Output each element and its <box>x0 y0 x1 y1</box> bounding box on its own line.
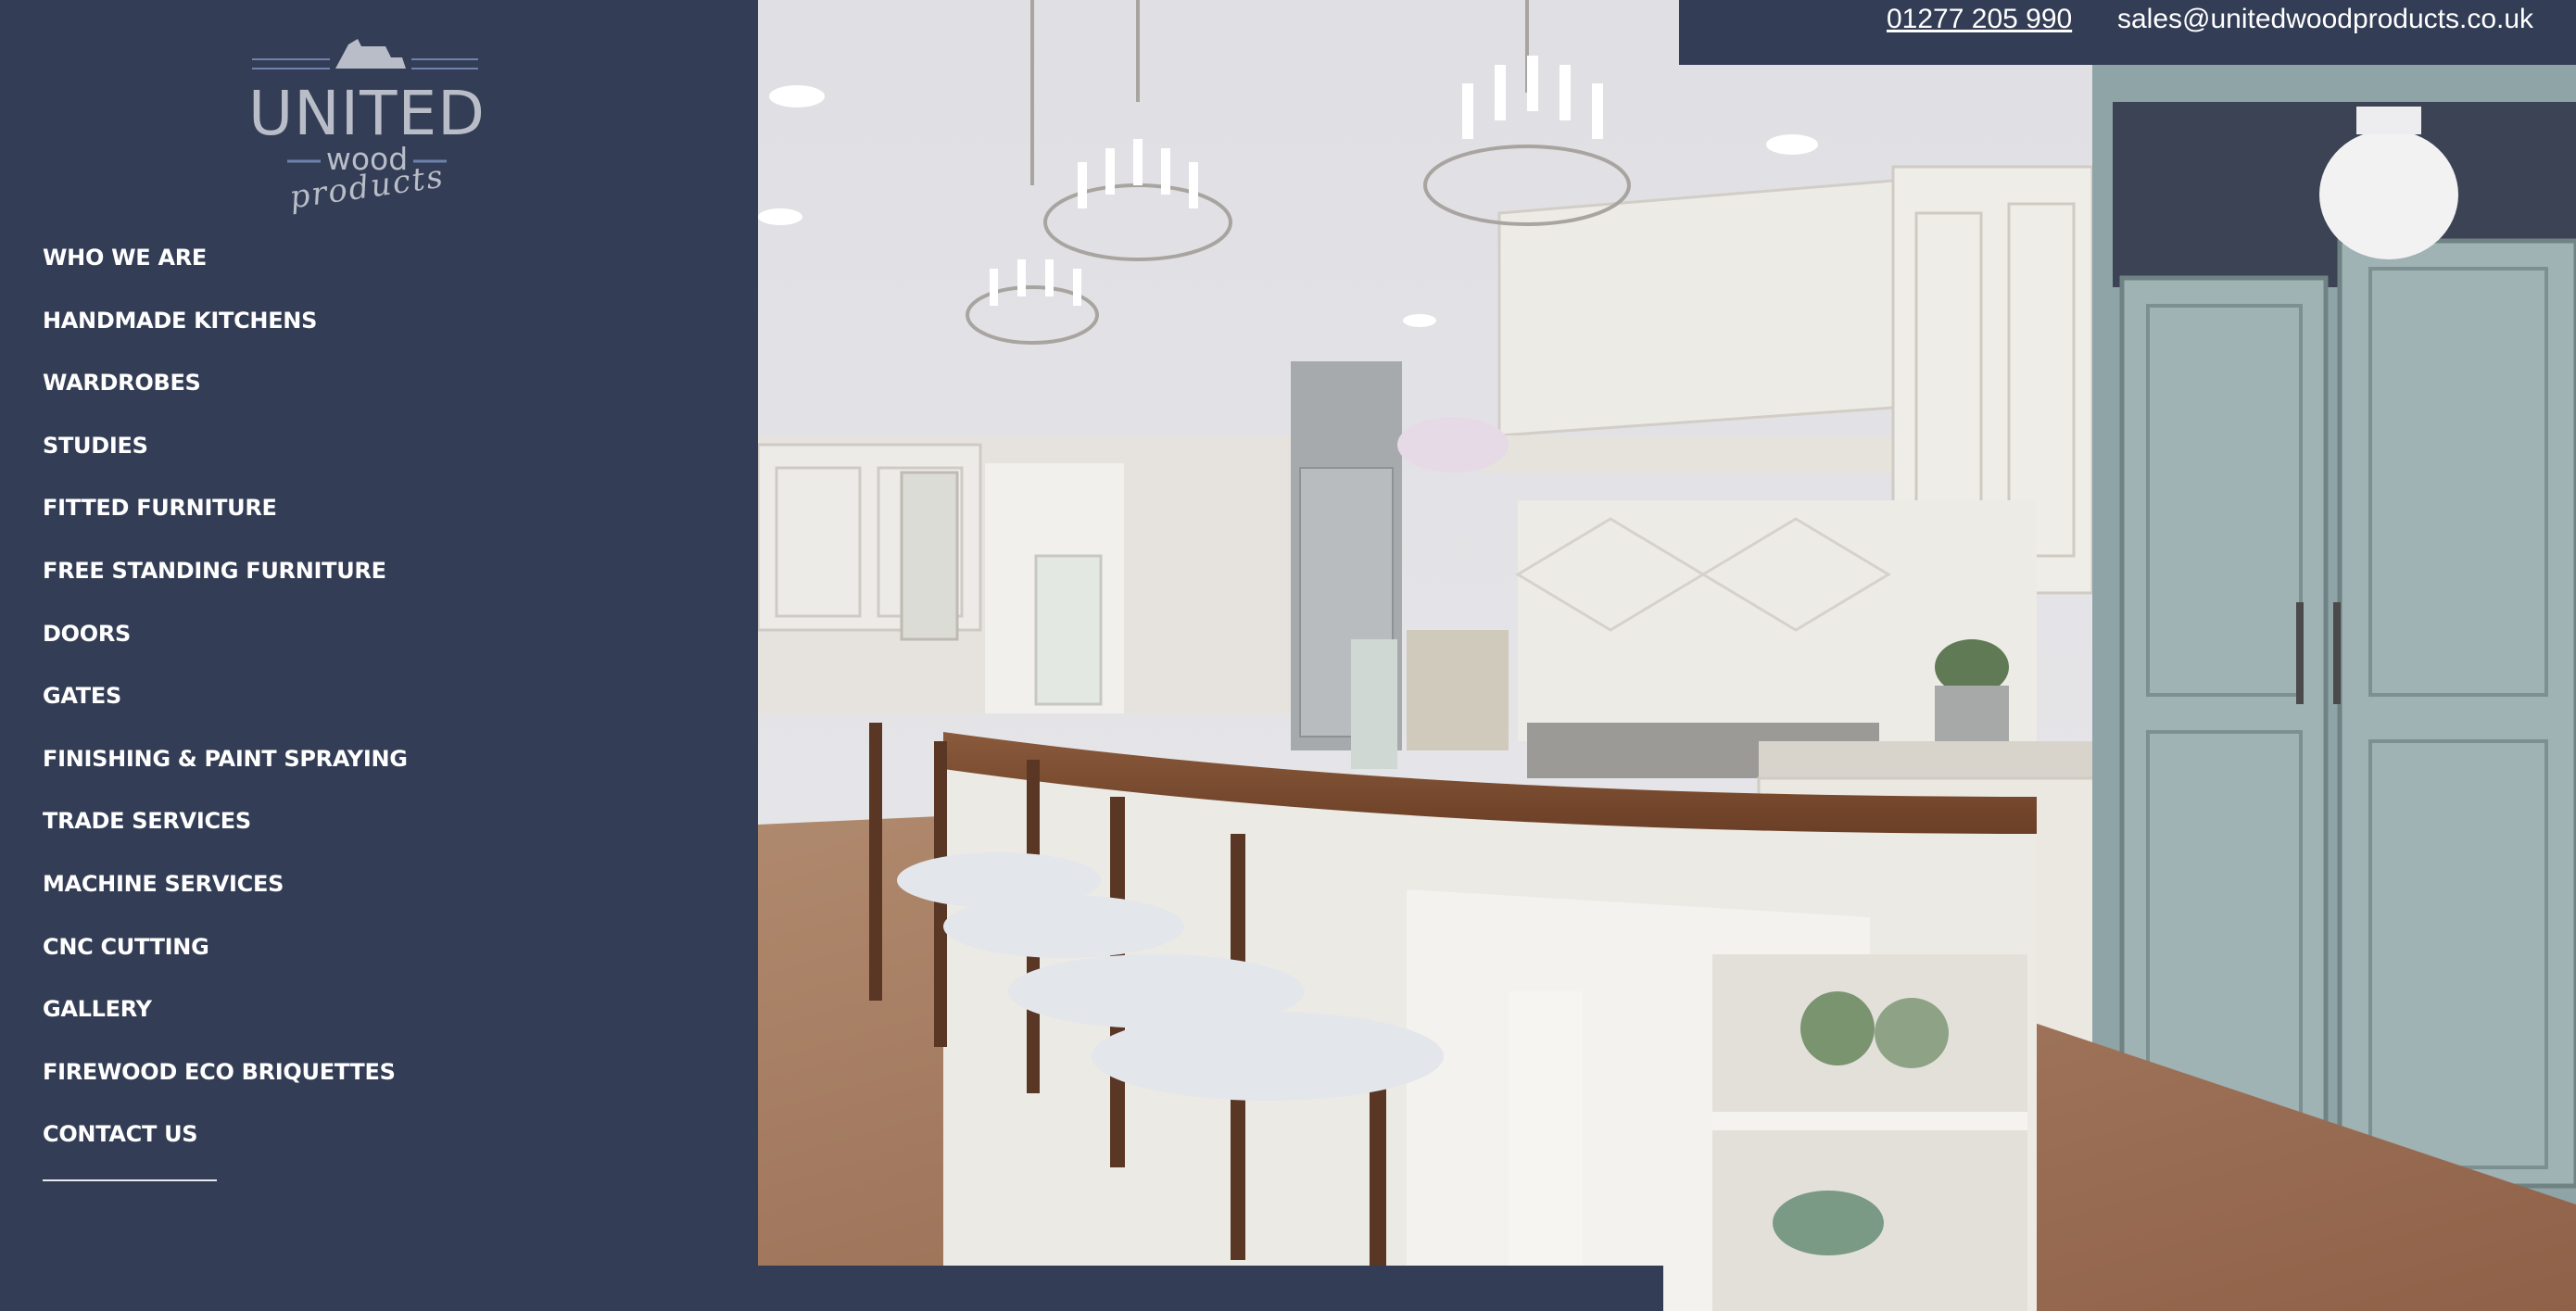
nav-item-free-standing-furniture[interactable]: FREE STANDING FURNITURE <box>43 552 408 615</box>
logo[interactable]: UNITED wood products <box>246 32 487 217</box>
logo-united-text: UNITED <box>248 78 486 149</box>
nav-item-cnc-cutting[interactable]: CNC CUTTING <box>43 928 408 991</box>
contact-bar: 01277 205 990 sales@unitedwoodproducts.c… <box>1679 0 2576 65</box>
sidebar: UNITED wood products WHO WE ARE HANDMADE… <box>0 0 758 1311</box>
nav-item-studies[interactable]: STUDIES <box>43 427 408 490</box>
nav-item-machine-services[interactable]: MACHINE SERVICES <box>43 865 408 928</box>
email-link[interactable]: sales@unitedwoodproducts.co.uk <box>2117 4 2533 35</box>
nav-item-handmade-kitchens[interactable]: HANDMADE KITCHENS <box>43 302 408 365</box>
nav-item-firewood-eco-briquettes[interactable]: FIREWOOD ECO BRIQUETTES <box>43 1053 408 1116</box>
main-nav: WHO WE ARE HANDMADE KITCHENS WARDROBES S… <box>43 239 408 1179</box>
nav-item-doors[interactable]: DOORS <box>43 615 408 678</box>
nav-item-who-we-are[interactable]: WHO WE ARE <box>43 239 408 302</box>
nav-item-fitted-furniture[interactable]: FITTED FURNITURE <box>43 489 408 552</box>
nav-item-wardrobes[interactable]: WARDROBES <box>43 364 408 427</box>
nav-item-gates[interactable]: GATES <box>43 677 408 740</box>
hero-bottom-band <box>758 1266 1663 1311</box>
hero-kitchen-image <box>758 0 2576 1311</box>
nav-divider <box>43 1179 217 1181</box>
nav-item-contact-us[interactable]: CONTACT US <box>43 1116 408 1179</box>
nav-item-gallery[interactable]: GALLERY <box>43 990 408 1053</box>
nav-item-finishing-paint-spraying[interactable]: FINISHING & PAINT SPRAYING <box>43 740 408 803</box>
phone-link[interactable]: 01277 205 990 <box>1887 4 2072 35</box>
nav-item-trade-services[interactable]: TRADE SERVICES <box>43 802 408 865</box>
